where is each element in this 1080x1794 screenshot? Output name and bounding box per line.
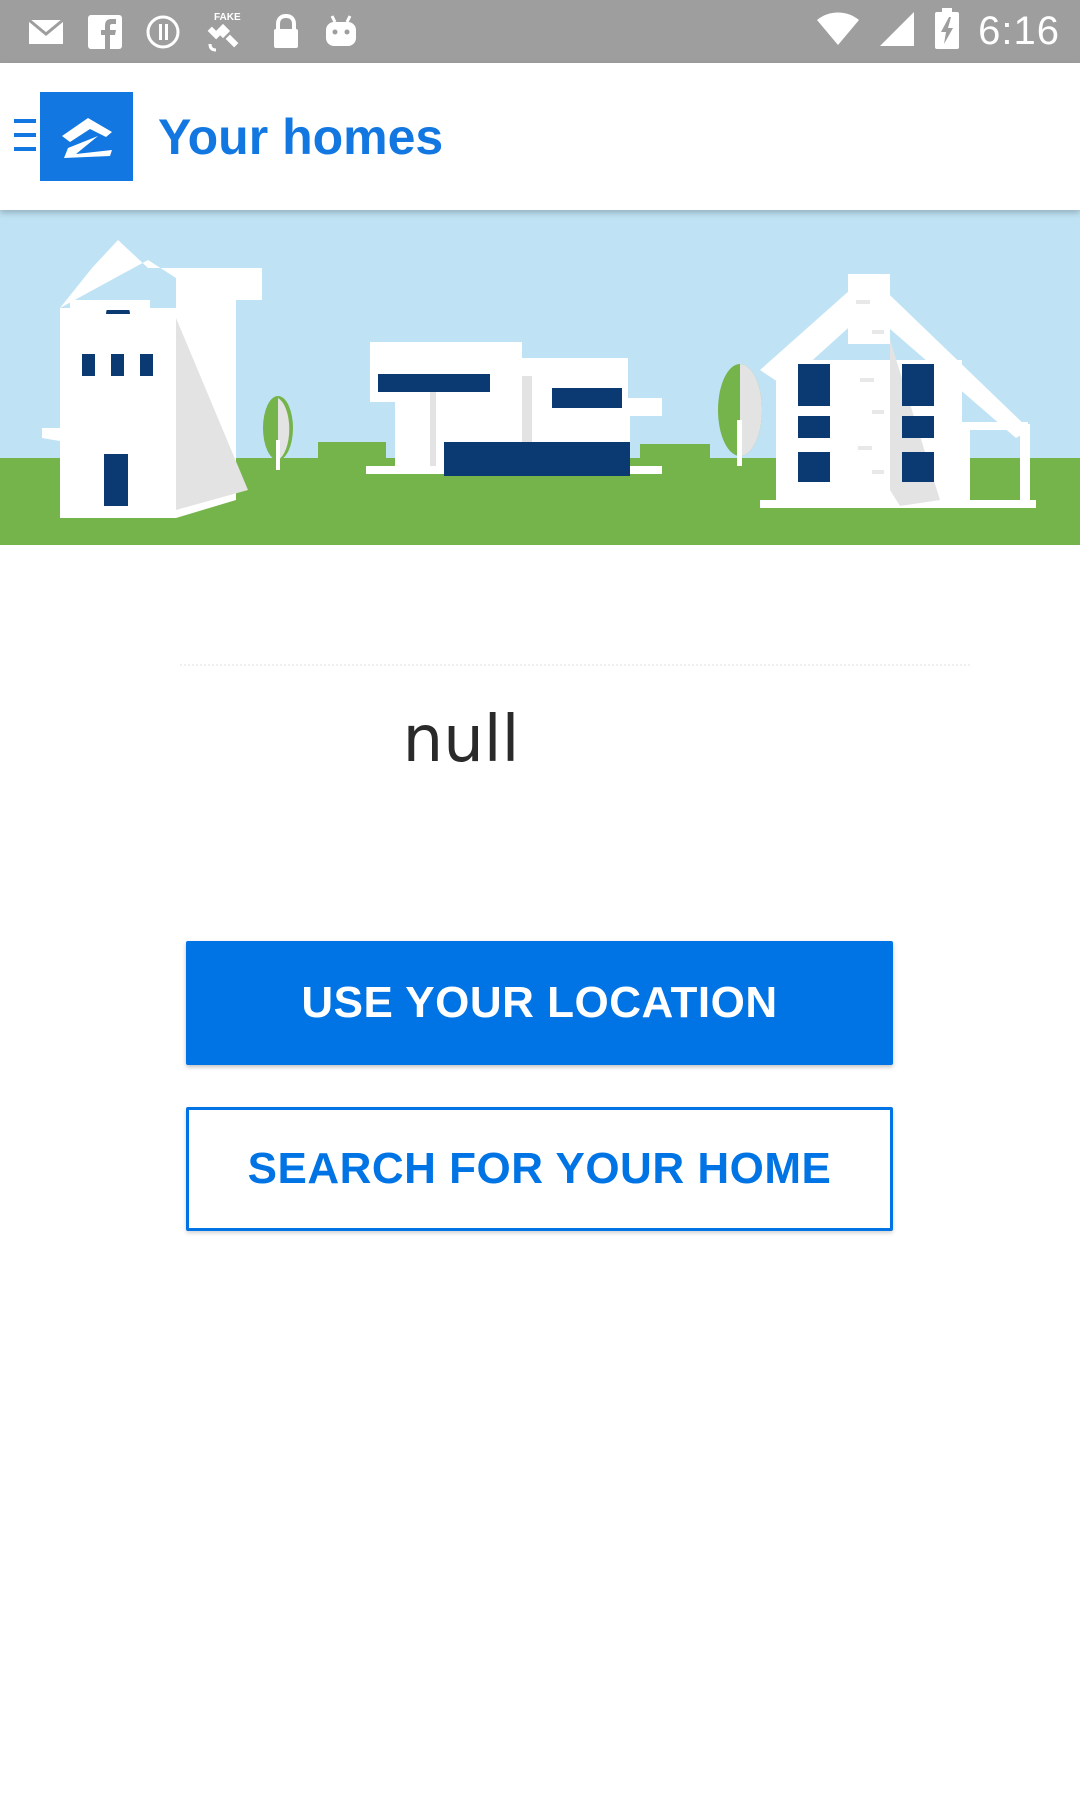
lock-icon <box>272 13 300 50</box>
search-for-your-home-button[interactable]: SEARCH FOR YOUR HOME <box>186 1107 893 1231</box>
homes-illustration <box>0 210 1080 545</box>
fake-gps-icon: FAKE <box>204 10 248 54</box>
status-bar: FAKE 6:16 <box>0 0 1080 63</box>
status-left-icons: FAKE <box>28 0 358 63</box>
use-your-location-button[interactable]: USE YOUR LOCATION <box>186 941 893 1065</box>
status-right-icons: 6:16 <box>816 0 1060 63</box>
hamburger-menu-icon[interactable] <box>14 119 36 153</box>
divider <box>180 664 970 667</box>
wifi-icon <box>816 11 860 52</box>
status-time: 6:16 <box>978 9 1060 53</box>
house-middle <box>366 342 662 476</box>
svg-text:FAKE: FAKE <box>214 12 241 23</box>
gmail-icon <box>28 17 64 47</box>
signal-icon <box>878 10 916 53</box>
zillow-logo-icon[interactable] <box>40 92 133 181</box>
info-circle-icon <box>146 15 180 49</box>
page-title: Your homes <box>158 109 444 165</box>
facebook-icon <box>88 14 122 49</box>
home-address-text: null <box>402 703 520 777</box>
app-bar: Your homes <box>0 63 1080 210</box>
battery-charging-icon <box>934 8 960 55</box>
screen: FAKE 6:16 Your homes null USE YOUR LOCAT… <box>0 0 1080 1794</box>
android-icon <box>324 14 358 50</box>
